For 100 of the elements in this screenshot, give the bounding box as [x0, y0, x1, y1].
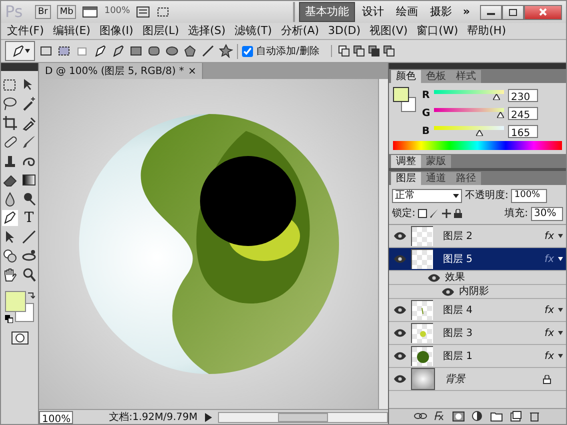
move-icon[interactable] — [442, 209, 452, 218]
tool-preset-button[interactable] — [5, 41, 35, 61]
channel-value-field[interactable]: 165 — [508, 124, 538, 138]
crop-icon[interactable] — [2, 115, 18, 131]
type-tool[interactable]: T — [21, 210, 37, 226]
play-icon[interactable] — [204, 412, 212, 422]
auto-add-delete-checkbox[interactable] — [242, 46, 253, 56]
panel-tab[interactable]: 颜色 — [391, 70, 421, 83]
slider-thumb[interactable] — [493, 94, 500, 100]
gradient-icon[interactable] — [21, 172, 37, 188]
caret-icon[interactable] — [558, 331, 563, 335]
screen-mode-icon[interactable] — [156, 6, 170, 18]
menu-item[interactable]: 视图(V) — [370, 22, 408, 40]
custom-shape-icon[interactable] — [219, 44, 233, 58]
lasso-icon[interactable] — [2, 96, 18, 112]
pen-icon[interactable] — [93, 44, 107, 58]
subtract-icon[interactable] — [353, 45, 366, 57]
caret-icon[interactable] — [558, 354, 563, 358]
new-layer-icon[interactable] — [509, 411, 522, 422]
blend-mode-dropdown[interactable]: 正常 — [392, 188, 462, 202]
channel-value-field[interactable]: 230 — [508, 88, 538, 102]
color-spectrum[interactable] — [393, 141, 562, 150]
panel-tab[interactable]: 调整 — [391, 155, 421, 168]
folder-icon[interactable] — [490, 411, 503, 422]
link-icon[interactable] — [414, 411, 427, 422]
caret-icon[interactable] — [558, 308, 563, 312]
panel-tab[interactable]: 通道 — [421, 172, 451, 185]
panel-tab[interactable]: 图层 — [391, 172, 421, 185]
freeform-pen-icon[interactable] — [111, 44, 125, 58]
menu-item[interactable]: 窗口(W) — [416, 22, 458, 40]
workspace-tab[interactable]: 摄影 — [424, 2, 457, 22]
intersect-icon[interactable] — [368, 45, 380, 57]
close-tab[interactable]: × — [188, 64, 196, 78]
ellipse-icon[interactable] — [165, 44, 179, 58]
opacity-field[interactable]: 100% — [511, 188, 548, 202]
eye-icon[interactable] — [393, 231, 407, 241]
layer-row[interactable]: 图层 3 fx — [389, 322, 566, 345]
menu-item[interactable]: 选择(S) — [188, 22, 226, 40]
exclude-icon[interactable] — [383, 45, 396, 57]
eye-icon[interactable] — [393, 254, 407, 264]
menu-item[interactable]: 滤镜(T) — [234, 22, 272, 40]
menu-item[interactable]: 3D(D) — [328, 22, 361, 40]
zoom-icon[interactable] — [21, 267, 37, 283]
trash-icon[interactable] — [528, 411, 541, 422]
more-workspaces[interactable]: » — [458, 4, 474, 20]
eye-icon[interactable] — [427, 272, 441, 282]
shape-layers-icon[interactable] — [39, 44, 53, 58]
slider-thumb[interactable] — [476, 130, 482, 136]
view-extras-icon[interactable] — [82, 6, 98, 18]
workspace-tab[interactable]: 基本功能 — [298, 2, 355, 22]
pen-icon[interactable] — [2, 210, 18, 226]
effect-name[interactable]: 内阴影 — [459, 284, 489, 299]
menu-item[interactable]: 图像(I) — [99, 22, 134, 40]
zoom-level[interactable]: 100% — [104, 5, 130, 19]
line-icon[interactable] — [201, 44, 215, 58]
hand-icon[interactable] — [2, 267, 18, 283]
horizontal-scrollbar[interactable] — [218, 412, 388, 422]
layer-row[interactable]: 图层 1 fx — [389, 345, 566, 368]
caret-icon[interactable] — [558, 257, 563, 261]
layer-row[interactable]: 图层 4 fx — [389, 299, 566, 322]
mask-icon[interactable] — [452, 411, 465, 422]
eye-icon[interactable] — [441, 286, 455, 296]
marquee-icon[interactable] — [2, 77, 18, 93]
bridge-button[interactable]: Br — [35, 5, 51, 19]
layer-row[interactable]: 图层 5 fx — [389, 248, 566, 271]
panel-tab[interactable]: 蒙版 — [421, 155, 451, 168]
line-icon[interactable] — [21, 229, 37, 245]
workspace-tab[interactable]: 绘画 — [390, 2, 423, 22]
eye-icon[interactable] — [393, 328, 407, 338]
eye-icon[interactable] — [393, 351, 407, 361]
vertical-scrollbar[interactable] — [378, 79, 388, 409]
menu-item[interactable]: 分析(A) — [280, 22, 320, 40]
fill-field[interactable]: 30% — [531, 206, 563, 220]
polygon-icon[interactable] — [183, 44, 197, 58]
lock-icon[interactable] — [454, 209, 462, 218]
zoom-field[interactable]: 100% — [39, 410, 73, 424]
rectangle-icon[interactable] — [129, 44, 143, 58]
combine-icon[interactable] — [338, 45, 350, 57]
color-swatches[interactable] — [4, 291, 34, 322]
brush-icon[interactable] — [21, 134, 37, 150]
color-swatches[interactable] — [393, 87, 416, 112]
document-tab[interactable]: D @ 100% (图层 5, RGB/8) * × — [39, 63, 204, 79]
workspace-tab[interactable]: 设计 — [356, 2, 389, 22]
menu-item[interactable]: 文件(F) — [7, 22, 44, 40]
eyedropper-icon[interactable] — [21, 115, 37, 131]
rounded-rectangle-icon[interactable] — [147, 44, 161, 58]
adjustment-icon[interactable] — [471, 411, 484, 422]
paths-icon[interactable] — [57, 44, 71, 58]
slider-thumb[interactable] — [497, 112, 504, 118]
close-button[interactable] — [524, 4, 562, 20]
eye-icon[interactable] — [393, 305, 407, 315]
quick-mask-icon[interactable] — [10, 331, 28, 345]
stamp-icon[interactable] — [2, 153, 18, 169]
bridge-button[interactable]: Mb — [56, 5, 76, 19]
panel-tab[interactable]: 色板 — [421, 70, 451, 83]
default-colors-icon[interactable] — [4, 315, 12, 323]
3d-rotate-icon[interactable] — [2, 248, 18, 264]
lock-transparency-icon[interactable] — [418, 209, 428, 218]
maximize-button[interactable] — [502, 4, 524, 20]
panel-tab[interactable]: 路径 — [451, 172, 481, 185]
